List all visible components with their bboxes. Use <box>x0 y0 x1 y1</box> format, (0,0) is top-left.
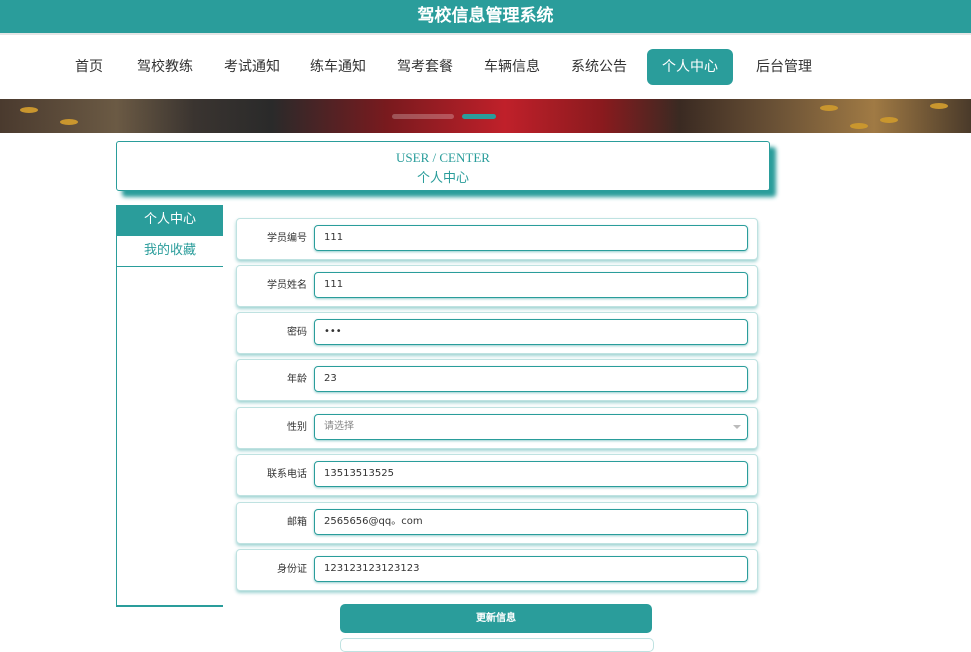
nav-announcements[interactable]: 系统公告 <box>559 49 639 85</box>
student-id-input[interactable]: 111 <box>314 225 748 251</box>
nav-practice-notice[interactable]: 练车通知 <box>298 49 378 85</box>
gender-label: 性别 <box>287 422 307 433</box>
gender-select[interactable]: 请选择 <box>314 414 748 440</box>
app-header-bar: 驾校信息管理系统 <box>0 0 971 33</box>
email-label: 邮箱 <box>287 517 307 528</box>
update-info-button[interactable]: 更新信息 <box>340 604 652 633</box>
section-title-en: USER / CENTER <box>396 150 490 165</box>
app-title: 驾校信息管理系统 <box>417 6 554 26</box>
form-row-password: 密码 ••• <box>236 312 758 354</box>
student-name-label: 学员姓名 <box>267 280 307 291</box>
section-header: USER / CENTER 个人中心 <box>116 141 770 191</box>
chevron-down-icon <box>733 425 741 429</box>
form-row-id-card: 身份证 123123123123123 <box>236 549 758 591</box>
form-row-student-id: 学员编号 111 <box>236 218 758 260</box>
form-row-email: 邮箱 2565656@qq。com <box>236 502 758 544</box>
nav-exam-notice[interactable]: 考试通知 <box>212 49 292 85</box>
id-card-input[interactable]: 123123123123123 <box>314 556 748 582</box>
form-row-phone: 联系电话 13513513525 <box>236 454 758 496</box>
secondary-button[interactable] <box>340 638 654 652</box>
id-card-label: 身份证 <box>277 564 307 575</box>
sidebar: 个人中心 我的收藏 <box>116 205 223 607</box>
carousel-indicator[interactable] <box>392 114 454 119</box>
nav-admin[interactable]: 后台管理 <box>744 49 824 85</box>
nav-user-center[interactable]: 个人中心 <box>647 49 733 85</box>
student-name-input[interactable]: 111 <box>314 272 748 298</box>
main-nav: 首页 驾校教练 考试通知 练车通知 驾考套餐 车辆信息 系统公告 个人中心 后台… <box>0 33 971 101</box>
nav-coaches[interactable]: 驾校教练 <box>125 49 205 85</box>
form-row-student-name: 学员姓名 111 <box>236 265 758 307</box>
carousel-indicator-active[interactable] <box>462 114 496 119</box>
age-input[interactable]: 23 <box>314 366 748 392</box>
phone-input[interactable]: 13513513525 <box>314 461 748 487</box>
sidebar-item-favorites[interactable]: 我的收藏 <box>117 236 223 267</box>
nav-home[interactable]: 首页 <box>63 49 115 85</box>
gender-select-placeholder: 请选择 <box>324 421 354 432</box>
password-input[interactable]: ••• <box>314 319 748 345</box>
password-label: 密码 <box>287 327 307 338</box>
sidebar-item-user-center[interactable]: 个人中心 <box>117 205 223 236</box>
student-id-label: 学员编号 <box>267 233 307 244</box>
email-input[interactable]: 2565656@qq。com <box>314 509 748 535</box>
nav-packages[interactable]: 驾考套餐 <box>385 49 465 85</box>
age-label: 年龄 <box>287 374 307 385</box>
nav-vehicles[interactable]: 车辆信息 <box>472 49 552 85</box>
form-row-gender: 性别 请选择 <box>236 407 758 449</box>
phone-label: 联系电话 <box>267 469 307 480</box>
banner-carousel <box>0 99 971 133</box>
form-row-age: 年龄 23 <box>236 359 758 401</box>
section-title-cn: 个人中心 <box>416 171 469 186</box>
